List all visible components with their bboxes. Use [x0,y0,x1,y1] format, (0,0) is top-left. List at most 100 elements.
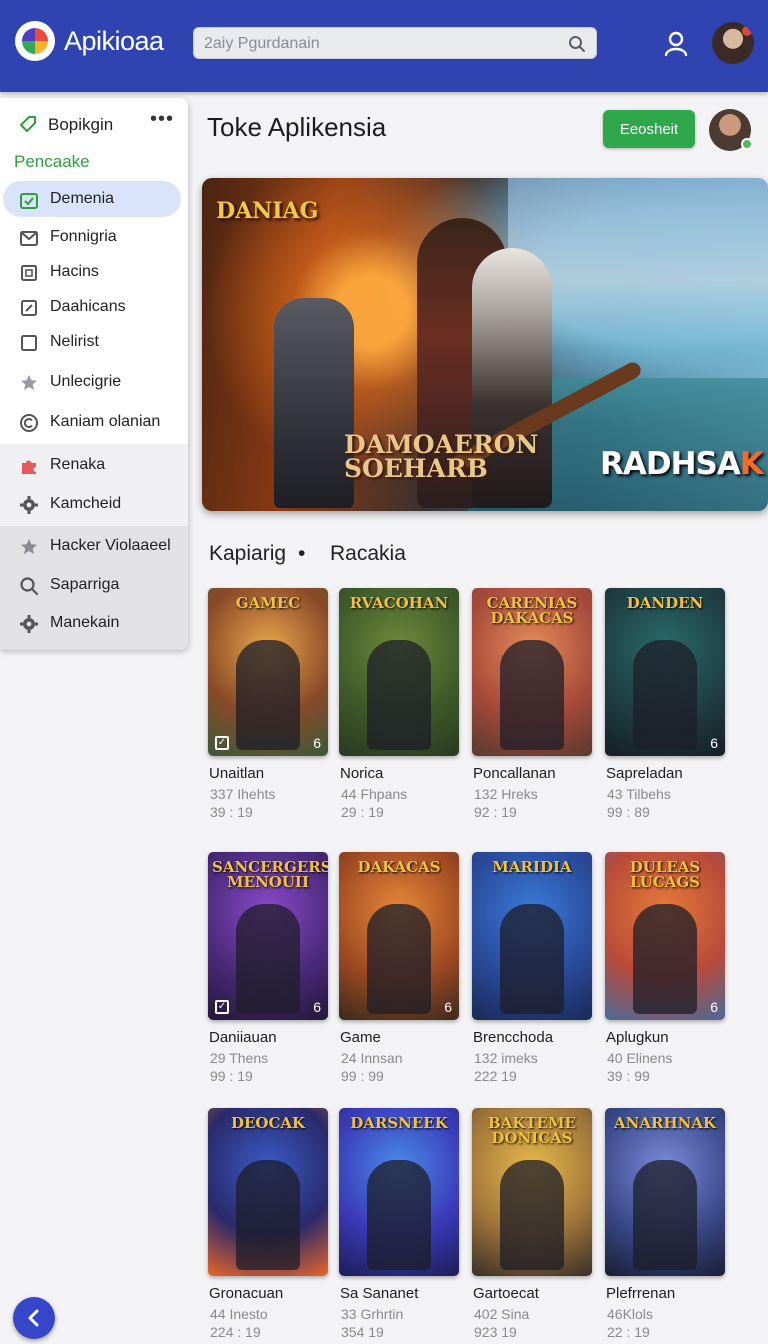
cover-title: GAMEC [235,594,301,612]
app-name[interactable]: Gronacuan [209,1285,283,1302]
app-name[interactable]: Aplugkun [606,1029,669,1046]
search-icon[interactable] [568,35,586,53]
cover-title: BAKTEME DONICAS [488,1114,576,1147]
cover-title: DEOCAK [230,1114,306,1132]
sidebar-item-hacker-violaaeel[interactable]: Hacker Violaaeel [0,527,188,565]
app-name[interactable]: Sa Sananet [340,1285,418,1302]
app-name[interactable]: Game [340,1029,381,1046]
app-cover-image[interactable]: DAKACAS 6 [339,852,459,1020]
user-icon[interactable] [662,29,690,57]
cover-character [367,640,431,750]
back-button[interactable] [13,1297,55,1339]
search-input[interactable] [204,32,554,56]
search-icon [20,577,39,596]
app-cover-image[interactable]: RVACOHAN [339,588,459,756]
app-stats: 132 Hreks [474,786,538,802]
app-card[interactable]: CARENIAS DAKACAS Poncallanan 132 Hreks 92 :… [472,588,594,820]
sidebar-header[interactable]: Bopikgin ••• [0,98,188,150]
sidebar-item-renaka[interactable]: Renaka [0,446,188,484]
sidebar-item-label: Kaniam olanian [50,413,161,430]
app-name[interactable]: Daniiauan [209,1029,277,1046]
app-name[interactable]: Sapreladan [606,765,683,782]
cover-title: DARSNEEK [350,1114,448,1132]
app-cover-image[interactable]: SANCERGERS MENOUII ✓ 6 [208,852,328,1020]
sidebar-item-label: Saparriga [50,576,120,593]
app-cover-image[interactable]: BAKTEME DONICAS [472,1108,592,1276]
app-name[interactable]: Plefrrenan [606,1285,675,1302]
sidebar-item-nelirist[interactable]: Nelirist [0,323,188,361]
app-time: 22 : 19 [607,1324,650,1340]
app-logo[interactable] [15,21,55,61]
sidebar-item-label: Hacker Violaaeel [50,537,171,554]
app-stats: 402 Sina [474,1306,530,1322]
app-name[interactable]: Gartoecat [473,1285,539,1302]
cover-title: ANARHNAK [613,1114,716,1132]
more-options-icon[interactable]: ••• [150,108,174,131]
puzzle-icon [22,460,36,474]
sidebar-item-kamcheid[interactable]: Kamcheid [0,485,188,523]
app-name[interactable]: Brencchoda [473,1029,553,1046]
star-icon [21,375,37,390]
top-bar: Apikioaa [0,0,768,92]
cover-title: DULEAS LUCAGS [629,858,701,891]
app-card[interactable]: RVACOHAN Norica 44 Fhpans 29 : 19 [339,588,461,820]
app-cover-image[interactable]: GAMEC ✓ 6 [208,588,328,756]
app-time: 39 : 19 [210,804,253,820]
tag-icon [20,116,36,132]
count-badge: 6 [313,735,321,751]
app-cover-image[interactable]: DANDEN 6 [605,588,725,756]
sidebar-item-hacins[interactable]: Hacins [0,253,188,291]
select-checkbox[interactable]: ✓ [215,736,229,750]
app-name[interactable]: Norica [340,765,383,782]
sidebar-item-unlecigrie[interactable]: Unlecigrie [0,363,188,401]
app-stats: 24 Innsan [341,1050,403,1066]
sidebar-item-daahicans[interactable]: Daahicans [0,288,188,326]
app-card[interactable]: DANDEN 6 Sapreladan 43 Tilbehs 99 : 89 [605,588,727,820]
app-card[interactable]: DARSNEEK Sa Sananet 33 Grhrtin 354 19 [339,1108,461,1340]
sidebar-item-label: Fonnigria [50,228,117,245]
sidebar-item-fonnigria[interactable]: Fonnigria [0,218,188,256]
app-cover-image[interactable]: ANARHNAK [605,1108,725,1276]
app-cover-image[interactable]: MARIDIA [472,852,592,1020]
app-card[interactable]: DEOCAK Gronacuan 44 Inesto 224 : 19 [208,1108,330,1340]
tab-kapiarig[interactable]: Kapiarig [209,542,286,566]
app-card[interactable]: MARIDIA Brencchoda 132 imeks 222 19 [472,852,594,1084]
cover-character [500,640,564,750]
app-card[interactable]: GAMEC ✓ 6 Unaitlan 337 Ihehts 39 : 19 [208,588,330,820]
primary-action-button[interactable]: Eeosheit [603,110,695,148]
app-card[interactable]: BAKTEME DONICAS Gartoecat 402 Sina 923 19 [472,1108,594,1340]
star-icon [21,539,37,554]
app-cover-image[interactable]: DEOCAK [208,1108,328,1276]
online-status-indicator [741,138,753,150]
app-stats: 29 Thens [210,1050,269,1066]
sidebar-item-demenia[interactable]: Demenia [0,180,188,218]
banner-logo-text: DANIAG [216,198,319,224]
sidebar-section-title: Pencaake [14,152,90,171]
sidebar-item-kaniam-olanian[interactable]: Kaniam olanian [0,403,188,441]
gear-icon [20,496,38,514]
featured-banner[interactable]: DANIAG DAMOAERON SOEHARB RADHSAK [202,178,768,511]
profile-avatar[interactable] [712,22,754,64]
search-bar[interactable] [193,27,597,59]
tab-racakia[interactable]: Racakia [330,542,406,566]
app-name[interactable]: Unaitlan [209,765,264,782]
app-card[interactable]: DULEAS LUCAGS 6 Aplugkun 40 Elinens 39 : 99 [605,852,727,1084]
cover-character [367,1160,431,1270]
app-card[interactable]: SANCERGERS MENOUII ✓ 6 Daniiauan 29 Thens 99 … [208,852,330,1084]
cover-title: CARENIAS DAKACAS [486,594,578,627]
app-cover-image[interactable]: DARSNEEK [339,1108,459,1276]
sidebar-item-label: Renaka [50,456,106,473]
app-stats: 46Klols [607,1306,653,1322]
section-tabs: Kapiarig • Racakia [209,540,509,568]
app-cover-image[interactable]: DULEAS LUCAGS 6 [605,852,725,1020]
sidebar-item-manekain[interactable]: Manekain [0,604,188,642]
select-checkbox[interactable]: ✓ [215,1000,229,1014]
app-time: 92 : 19 [474,804,517,820]
sidebar-item-label: Demenia [50,190,115,207]
app-cover-image[interactable]: CARENIAS DAKACAS [472,588,592,756]
sidebar-item-saparriga[interactable]: Saparriga [0,566,188,604]
app-card[interactable]: ANARHNAK Plefrrenan 46Klols 22 : 19 [605,1108,727,1340]
edit-icon [21,300,37,316]
app-name[interactable]: Poncallanan [473,765,556,782]
app-card[interactable]: DAKACAS 6 Game 24 Innsan 99 : 99 [339,852,461,1084]
